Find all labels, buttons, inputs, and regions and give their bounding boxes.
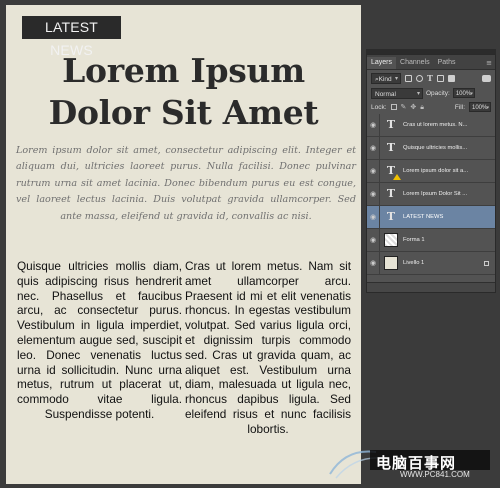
visibility-eye-icon[interactable]: ◉ bbox=[367, 160, 380, 182]
blend-row: Normal ▾ Opacity: 100% ▾ bbox=[367, 86, 495, 100]
text-layer-icon: T bbox=[386, 141, 396, 154]
layer-row[interactable]: ◉ T Lorem ipsum dolor sit a... bbox=[367, 160, 495, 183]
chevron-down-icon: ▾ bbox=[470, 91, 473, 97]
fill-value: 100% bbox=[472, 105, 488, 111]
body-column-left: Quisque ultricies mollis diam, quis adip… bbox=[17, 259, 182, 421]
smart-object-filter-icon[interactable] bbox=[447, 74, 455, 82]
warning-icon bbox=[393, 174, 401, 180]
tab-paths[interactable]: Paths bbox=[434, 57, 460, 69]
shape-layer-thumbnail bbox=[384, 233, 398, 247]
visibility-eye-icon[interactable]: ◉ bbox=[367, 114, 380, 136]
shape-filter-icon[interactable] bbox=[436, 74, 444, 82]
lock-label: Lock: bbox=[371, 103, 387, 111]
visibility-eye-icon[interactable]: ◉ bbox=[367, 137, 380, 159]
layer-row[interactable]: ◉ T Lorem Ipsum Dolor Sit ... bbox=[367, 183, 495, 206]
chevron-down-icon: ▾ bbox=[394, 75, 398, 82]
headline-line-1: Lorem Ipsum bbox=[62, 51, 305, 90]
adjustment-filter-icon[interactable] bbox=[416, 74, 423, 82]
lock-row: Lock: ✎ ✥ 🔒︎ Fill: 100% ▾ bbox=[367, 100, 495, 115]
document-canvas[interactable]: LATEST NEWS Lorem Ipsum Dolor Sit Amet L… bbox=[6, 5, 361, 484]
watermark: 电脑百事网 WWW.PC841.COM bbox=[326, 444, 496, 480]
fill-field[interactable]: 100% ▾ bbox=[469, 102, 491, 112]
blend-mode-value: Normal bbox=[375, 90, 396, 98]
layer-name: Cras ut lorem metus. N... bbox=[403, 122, 468, 128]
layer-name: Lorem Ipsum Dolor Sit ... bbox=[403, 191, 468, 197]
layer-row[interactable]: ◉ Livello 1 bbox=[367, 252, 495, 275]
opacity-value: 100% bbox=[455, 91, 472, 97]
layer-name: Lorem ipsum dolor sit a... bbox=[403, 168, 469, 174]
text-layer-icon: T bbox=[386, 118, 396, 131]
layer-name: LATEST NEWS bbox=[403, 214, 444, 220]
layer-name: Livello 1 bbox=[403, 260, 425, 266]
visibility-eye-icon[interactable]: ◉ bbox=[367, 229, 380, 251]
text-layer-icon: T bbox=[384, 164, 401, 180]
blend-mode-select[interactable]: Normal ▾ bbox=[371, 87, 423, 99]
filter-row: ⌕Kind ▾ T bbox=[367, 70, 495, 86]
lead-paragraph: Lorem ipsum dolor sit amet, consectetur … bbox=[16, 145, 356, 222]
tab-channels[interactable]: Channels bbox=[396, 57, 434, 69]
layer-row[interactable]: ◉ Forma 1 bbox=[367, 229, 495, 252]
lock-all-icon[interactable]: 🔒︎ bbox=[420, 103, 424, 112]
chevron-down-icon: ▾ bbox=[486, 105, 489, 111]
layer-lock-icon bbox=[484, 260, 489, 266]
body-column-right: Cras ut lorem metus. Nam sit amet ullamc… bbox=[185, 259, 351, 436]
pixel-filter-icon[interactable] bbox=[405, 74, 412, 82]
watermark-url: WWW.PC841.COM bbox=[400, 470, 470, 479]
panel-tabs: Layers Channels Paths ≡ bbox=[367, 55, 495, 70]
panel-menu-icon[interactable]: ≡ bbox=[486, 57, 495, 69]
layer-list: ◉ T Cras ut lorem metus. N... ◉ T Quisqu… bbox=[367, 114, 495, 275]
layer-row[interactable]: ◉ T Cras ut lorem metus. N... bbox=[367, 114, 495, 137]
text-layer-icon: T bbox=[386, 187, 396, 200]
tab-layers[interactable]: Layers bbox=[367, 57, 397, 69]
latest-news-tag: LATEST NEWS bbox=[22, 16, 121, 58]
layer-name: Forma 1 bbox=[403, 237, 425, 243]
layers-panel: Layers Channels Paths ≡ ⌕Kind ▾ T Normal ▾… bbox=[366, 54, 496, 293]
lock-paint-icon[interactable]: ✎ bbox=[401, 103, 407, 111]
headline-line-2: Dolor Sit Amet bbox=[48, 93, 319, 132]
layer-name: Quisque ultricies mollis... bbox=[403, 145, 468, 151]
type-filter-icon[interactable]: T bbox=[427, 73, 433, 83]
panel-bottom-bar bbox=[367, 282, 495, 292]
visibility-eye-icon[interactable]: ◉ bbox=[367, 252, 380, 274]
visibility-eye-icon[interactable]: ◉ bbox=[367, 183, 380, 205]
layer-row[interactable]: ◉ T Quisque ultricies mollis... bbox=[367, 137, 495, 160]
filter-kind-select[interactable]: ⌕Kind ▾ bbox=[371, 72, 401, 84]
opacity-field[interactable]: 100% ▾ bbox=[452, 88, 475, 98]
chevron-down-icon: ▾ bbox=[416, 90, 420, 97]
headline: Lorem Ipsum Dolor Sit Amet bbox=[6, 50, 361, 134]
filter-toggle[interactable] bbox=[482, 74, 491, 82]
visibility-eye-icon[interactable]: ◉ bbox=[367, 206, 380, 228]
background-layer-thumbnail bbox=[384, 256, 398, 270]
filter-kind-value: Kind bbox=[378, 75, 392, 83]
text-layer-icon: T bbox=[386, 210, 396, 223]
lock-move-icon[interactable]: ✥ bbox=[410, 103, 416, 111]
fill-label: Fill: bbox=[454, 103, 465, 111]
lock-transparent-icon[interactable] bbox=[390, 104, 397, 110]
opacity-label: Opacity: bbox=[426, 89, 450, 97]
layer-row-selected[interactable]: ◉ T LATEST NEWS bbox=[367, 206, 495, 229]
